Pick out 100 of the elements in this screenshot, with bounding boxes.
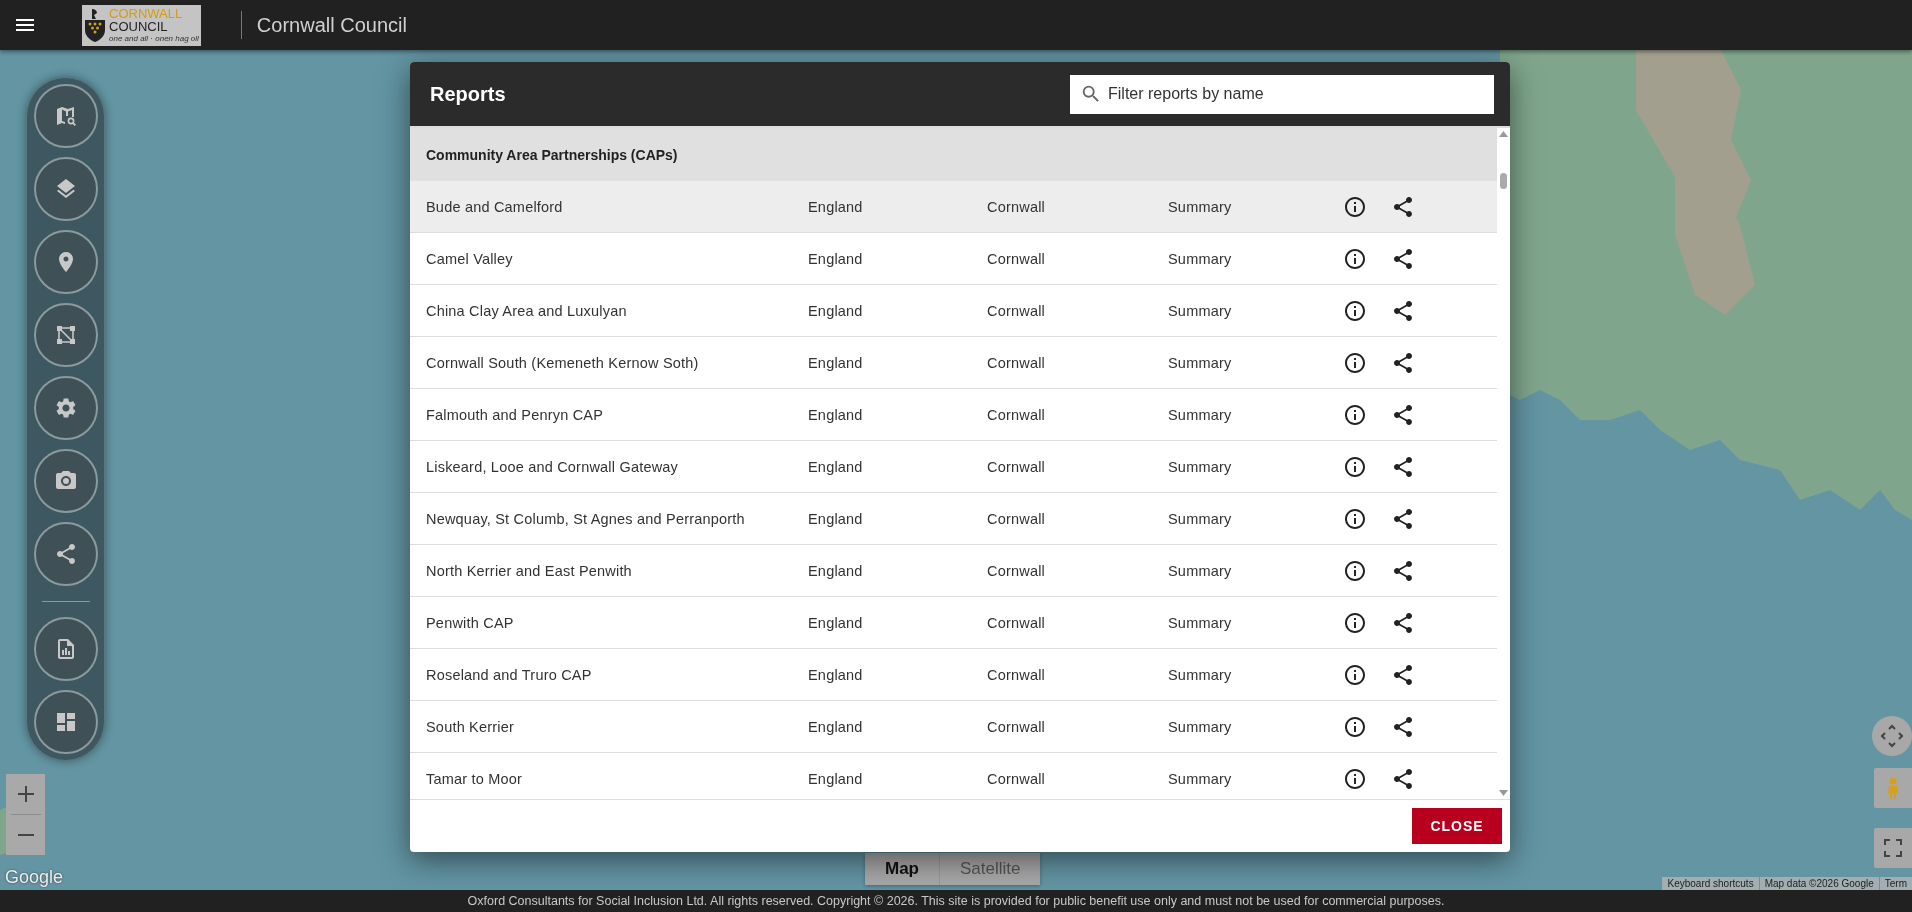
report-row[interactable]: Liskeard, Looe and Cornwall Gateway England Cornwall Summary [410,441,1497,493]
info-icon [1343,194,1367,219]
info-button[interactable] [1343,454,1367,479]
info-button[interactable] [1343,506,1367,531]
share-button[interactable] [1391,714,1415,739]
minus-icon [15,834,36,836]
table-cell-text: England [808,250,864,267]
share-button[interactable] [1391,402,1415,427]
pan-arrows-icon [1880,724,1904,748]
table-cell-text: Summary [1168,458,1233,475]
info-button[interactable] [1343,402,1367,427]
info-button[interactable] [1343,766,1367,791]
info-icon [1343,454,1367,479]
report-row[interactable]: China Clay Area and Luxulyan England Cornwall Summary [410,285,1497,337]
info-button[interactable] [1343,662,1367,687]
fullscreen-icon [1881,836,1905,860]
toolbar-button[interactable] [33,690,98,754]
table-cell-text: Cornwall [987,354,1046,371]
info-icon [1343,298,1367,323]
report-row[interactable]: Bude and Camelford England Cornwall Summary [410,181,1497,233]
report-row[interactable]: Penwith CAP England Cornwall Summary [410,597,1497,649]
info-button[interactable] [1343,350,1367,375]
info-button[interactable] [1343,610,1367,635]
info-button[interactable] [1343,714,1367,739]
report-name: Camel Valley [426,250,514,267]
share-icon [1391,662,1415,687]
report-row[interactable]: North Kerrier and East Penwith England Cornwall Summary [410,545,1497,597]
table-cell-text: Summary [1168,666,1233,683]
map-attribution-link[interactable]: Term [1879,877,1912,890]
share-button[interactable] [1391,662,1415,687]
table-cell-text: England [808,666,864,683]
copyright-notice: Oxford Consultants for Social Inclusion Ltd. All rights reserved. Copyright © 2026. This site is provided for public benefit use only and must not be used for commercial purposes. [0,890,1912,912]
share-icon [1391,714,1415,739]
share-button[interactable] [1391,246,1415,271]
share-button[interactable] [1391,350,1415,375]
info-button[interactable] [1343,246,1367,271]
scroll-down-icon[interactable] [1499,790,1508,796]
share-icon [1391,402,1415,427]
scrollbar[interactable] [1497,128,1510,799]
table-cell-text: England [808,770,864,787]
table-cell-text: England [808,406,864,423]
scroll-up-icon[interactable] [1499,131,1508,137]
report-name: Penwith CAP [426,614,515,631]
report-row[interactable]: Cornwall South (Kemeneth Kernow Soth) England Cornwall Summary [410,337,1497,389]
dialog-title: Reports [430,82,506,106]
info-icon [1343,246,1367,271]
search-field[interactable]: Filter reports by name [1070,74,1494,114]
map-logo: Google [5,867,64,888]
table-cell-text: England [808,614,864,631]
table-cell-text: Summary [1168,562,1233,579]
table-cell-text: Cornwall [987,562,1046,579]
report-row[interactable]: South Kerrier England Cornwall Summary [410,701,1497,753]
map-attribution-link[interactable]: Map data ©2026 Google [1759,877,1879,890]
info-button[interactable] [1343,194,1367,219]
report-row[interactable]: Falmouth and Penryn CAP England Cornwall Summary [410,389,1497,441]
share-button[interactable] [1391,454,1415,479]
map-attribution-link[interactable]: Keyboard shortcuts [1662,877,1759,890]
report-row[interactable]: Camel Valley England Cornwall Summary [410,233,1497,285]
fullscreen-button[interactable] [1874,828,1912,868]
logo-tagline: one and all · onen hag oll [109,35,199,43]
table-cell-text: Summary [1168,406,1233,423]
table-cell-text: Cornwall [987,250,1046,267]
info-icon [1343,506,1367,531]
share-button[interactable] [1391,194,1415,219]
table-cell-text: Summary [1168,510,1233,527]
close-button[interactable]: CLOSE [1412,808,1502,844]
table-cell-text: England [808,718,864,735]
report-name: Liskeard, Looe and Cornwall Gateway [426,458,680,475]
report-name: Newquay, St Columb, St Agnes and Perranporth [426,510,746,527]
table-cell-text: Cornwall [987,770,1046,787]
share-button[interactable] [1391,610,1415,635]
share-button[interactable] [1391,506,1415,531]
report-row[interactable]: Newquay, St Columb, St Agnes and Perranporth England Cornwall Summary [410,493,1497,545]
map-type-tab[interactable]: Map [865,853,939,885]
share-icon [1391,506,1415,531]
share-button[interactable] [1391,766,1415,791]
table-cell-text: England [808,354,864,371]
table-cell-text: Summary [1168,770,1233,787]
table-cell-text: Summary [1168,354,1233,371]
table-cell-text: Cornwall [987,198,1046,215]
table-cell-text: Summary [1168,250,1233,267]
info-icon [1343,402,1367,427]
info-icon [1343,350,1367,375]
share-button[interactable] [1391,298,1415,323]
report-name: China Clay Area and Luxulyan [426,302,628,319]
report-name: Roseland and Truro CAP [426,666,593,683]
share-button[interactable] [1391,558,1415,583]
info-button[interactable] [1343,298,1367,323]
info-button[interactable] [1343,558,1367,583]
info-icon [1343,766,1367,791]
share-icon [1391,194,1415,219]
table-cell-text: England [808,302,864,319]
share-icon [1391,298,1415,323]
toolbar-button[interactable] [33,84,98,148]
app-title: Cornwall Council [256,13,407,37]
table-cell-text: England [808,198,864,215]
table-cell-text: Summary [1168,718,1233,735]
scrollbar-thumb[interactable] [1500,173,1507,189]
report-row[interactable]: Roseland and Truro CAP England Cornwall Summary [410,649,1497,701]
table-cell-text: Cornwall [987,666,1046,683]
